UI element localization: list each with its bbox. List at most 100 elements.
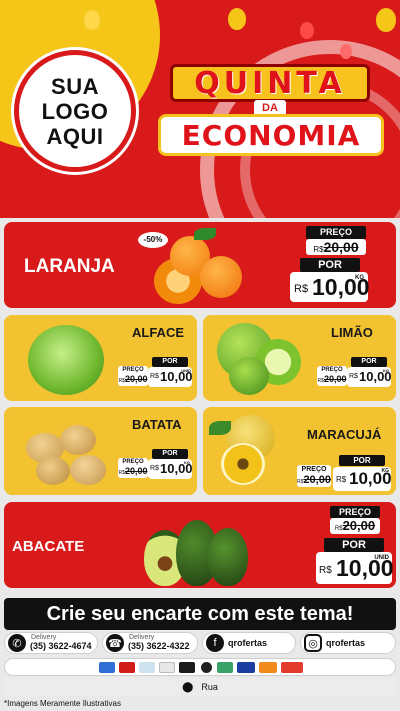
title-bottom-box: ECONOMIA: [158, 114, 384, 156]
old-price: R$20,00: [330, 518, 380, 534]
new-price-label: POR: [351, 357, 387, 367]
logo-text-line2: LOGO: [41, 98, 109, 124]
price-unit: KG: [355, 275, 364, 281]
new-price-currency: R$: [294, 283, 309, 295]
location-pin-icon: ⬤: [182, 681, 194, 693]
old-price-value: 20,00: [124, 374, 148, 384]
payment-card-icon: [159, 662, 175, 673]
payment-card-icon: [139, 662, 155, 673]
new-price: R$ 10,00 KG: [347, 367, 392, 387]
leaf-image: [194, 228, 216, 240]
old-price-label: PREÇO: [122, 459, 144, 465]
payment-card-icon: [179, 662, 195, 673]
old-price: PREÇO R$20,00: [317, 366, 347, 386]
price-unit: UNID: [374, 555, 389, 561]
address-text: Rua: [201, 682, 218, 692]
payment-card-icon: [99, 662, 115, 673]
payment-card-icon: [201, 662, 212, 673]
delivery-label: Delivery: [129, 634, 155, 641]
discount-badge: -50%: [138, 232, 168, 248]
old-price-label: PREÇO: [321, 367, 343, 373]
old-price-value: 20,00: [323, 239, 359, 255]
cta-banner[interactable]: Crie seu encarte com este tema!: [4, 598, 396, 630]
product-card-alface: ALFACE POR PREÇO R$20,00 R$ 10,00 UNID: [4, 315, 197, 401]
product-name: ABACATE: [12, 538, 85, 555]
old-price-currency: R$: [313, 245, 324, 254]
old-price-label: PREÇO: [306, 226, 366, 239]
phone-contact[interactable]: ☎ Delivery (35) 3622-4322: [102, 632, 198, 654]
avocado-image: [208, 528, 248, 586]
product-name: BATATA: [132, 417, 182, 432]
orange-fruit-image: [200, 256, 242, 298]
product-name: LARANJA: [24, 256, 115, 277]
old-price: PREÇO R$20,00: [297, 465, 331, 487]
product-name: LIMÃO: [331, 325, 373, 340]
facebook-link[interactable]: f qrofertas: [202, 632, 296, 654]
price-unit: KG: [184, 460, 190, 465]
new-price-currency: R$: [319, 565, 332, 576]
product-card-batata: BATATA POR PREÇO R$20,00 R$ 10,00 KG: [4, 407, 197, 495]
title-quinta: QUINTA: [194, 65, 346, 101]
old-price: R$20,00: [306, 239, 366, 255]
promo-title: QUINTA DA ECONOMIA: [150, 60, 390, 160]
new-price-label: POR: [324, 538, 384, 552]
old-price-value: 20,00: [323, 374, 347, 384]
instagram-handle: qrofertas: [326, 638, 366, 648]
payment-card-icon: [237, 662, 255, 673]
new-price: R$ 10,00 UNID: [148, 367, 193, 387]
price-unit: KG: [381, 468, 390, 474]
payment-methods: [4, 658, 396, 676]
new-price: R$ 10,00 UNID: [316, 552, 394, 584]
contact-row: ✆ Delivery (35) 3622-4674 ☎ Delivery (35…: [0, 632, 400, 656]
price-unit: KG: [383, 368, 389, 373]
logo-text-line1: SUA: [51, 73, 99, 99]
old-price: PREÇO R$20,00: [118, 458, 148, 478]
phone-icon: ☎: [106, 634, 124, 652]
instagram-link[interactable]: ◎ qrofertas: [300, 632, 396, 654]
potato-image: [60, 425, 96, 455]
payment-card-icon: [281, 662, 303, 673]
new-price: R$ 10,00 KG: [290, 272, 370, 302]
price-unit: UNID: [181, 368, 191, 373]
new-price-currency: R$: [336, 475, 347, 484]
old-price-currency: R$: [334, 526, 343, 532]
lettuce-image: [28, 325, 104, 395]
new-price-currency: R$: [150, 465, 159, 472]
potato-image: [36, 457, 70, 485]
phone-number-1: (35) 3622-4674: [30, 641, 92, 651]
header: SUA LOGO AQUI QUINTA DA ECONOMIA: [0, 0, 400, 218]
whatsapp-contact[interactable]: ✆ Delivery (35) 3622-4674: [4, 632, 98, 654]
payment-card-icon: [259, 662, 277, 673]
new-price-currency: R$: [349, 373, 358, 380]
payment-card-icon: [217, 662, 233, 673]
product-name: MARACUJÁ: [307, 427, 382, 442]
product-card-abacate: ABACATE PREÇO R$20,00 POR R$ 10,00 UNID: [4, 502, 396, 588]
title-top-box: QUINTA: [170, 64, 370, 102]
balloon-decoration: [376, 8, 396, 32]
old-price-value: 20,00: [303, 474, 331, 486]
facebook-handle: qrofertas: [228, 638, 268, 648]
logo-placeholder: SUA LOGO AQUI: [14, 50, 136, 172]
new-price: R$ 10,00 KG: [148, 459, 193, 479]
old-price-label: PREÇO: [122, 367, 144, 373]
old-price-value: 20,00: [342, 518, 376, 533]
flyer: SUA LOGO AQUI QUINTA DA ECONOMIA LARANJA…: [0, 0, 400, 711]
balloon-decoration: [228, 8, 246, 30]
product-name: ALFACE: [132, 325, 184, 340]
payment-card-icon: [119, 662, 135, 673]
balloon-decoration: [300, 22, 314, 39]
new-price-currency: R$: [150, 373, 159, 380]
instagram-icon: ◎: [304, 634, 322, 652]
delivery-label: Delivery: [31, 634, 57, 641]
balloon-decoration: [340, 44, 352, 59]
address-bar: ⬤ Rua: [4, 678, 396, 696]
old-price-label: PREÇO: [301, 466, 327, 473]
old-price-label: PREÇO: [330, 506, 380, 518]
potato-image: [70, 455, 106, 485]
logo-text-line3: AQUI: [46, 123, 104, 149]
lime-image: [229, 357, 269, 395]
new-price-label: POR: [152, 357, 188, 367]
new-price-label: POR: [152, 449, 188, 459]
product-card-laranja: LARANJA -50% PREÇO R$20,00 POR R$ 10,00 …: [4, 222, 396, 308]
passion-fruit-image: [221, 443, 265, 485]
